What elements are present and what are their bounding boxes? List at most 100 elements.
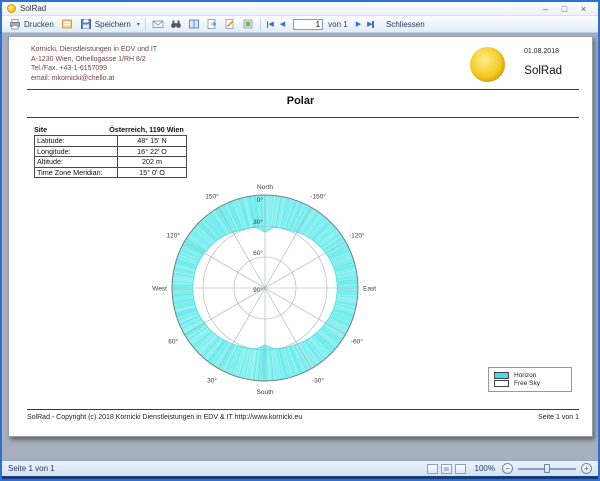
horizon-swatch bbox=[494, 372, 509, 379]
maximize-button[interactable]: □ bbox=[555, 3, 574, 15]
svg-text:150°: 150° bbox=[205, 193, 219, 201]
zoom-slider[interactable] bbox=[518, 463, 576, 474]
printer-icon bbox=[9, 18, 21, 30]
minimize-button[interactable]: – bbox=[536, 3, 555, 15]
row-value: 48° 15' N bbox=[118, 136, 187, 147]
svg-text:-30°: -30° bbox=[312, 376, 324, 384]
table-row: Longitude: 16° 22' O bbox=[35, 146, 187, 157]
row-label: Latitude: bbox=[35, 136, 118, 147]
legend-label: Horizon bbox=[514, 372, 536, 379]
footer-copyright: SolRad - Copyright (c) 2018 Kornicki Die… bbox=[27, 414, 302, 421]
free-sky-swatch bbox=[494, 380, 509, 387]
preview-area: Kornicki, Dienstleistungen in EDV und IT… bbox=[2, 33, 598, 460]
edit-page-button[interactable] bbox=[222, 17, 238, 31]
save-menu-arrow-icon[interactable]: ▾ bbox=[136, 21, 141, 28]
window-title: SolRad bbox=[20, 4, 46, 13]
page-count-label: von 1 bbox=[328, 20, 348, 29]
row-label: Altitude: bbox=[35, 157, 118, 168]
report-page: Kornicki, Dienstleistungen in EDV und IT… bbox=[8, 36, 593, 437]
columns-button[interactable] bbox=[186, 17, 202, 31]
print-setup-icon bbox=[61, 18, 73, 30]
view-mode-facing-button[interactable] bbox=[441, 464, 452, 474]
header-line-4: email: mkornicki@chello.at bbox=[31, 74, 157, 84]
solrad-sun-logo bbox=[470, 47, 505, 82]
window-controls: – □ × bbox=[536, 3, 593, 15]
legend-label: Free Sky bbox=[514, 380, 540, 387]
row-label: Time Zone Meridian: bbox=[35, 167, 118, 178]
row-label: Longitude: bbox=[35, 146, 118, 157]
thumbnail-view-button[interactable] bbox=[240, 17, 256, 31]
footer-page-number: Seite 1 von 1 bbox=[538, 414, 579, 421]
toolbar-separator bbox=[145, 18, 146, 30]
window-bottom-edge bbox=[2, 476, 598, 479]
statusbar: Seite 1 von 1 100% − + bbox=[2, 460, 598, 476]
legend-item-free-sky: Free Sky bbox=[494, 380, 566, 387]
polar-chart: 0°30°60°90°North-150°-120°East-60°-30°So… bbox=[139, 172, 399, 412]
header-line-3: Tel./Fax. +43-1-6157099 bbox=[31, 64, 157, 74]
print-setup-button[interactable] bbox=[59, 17, 75, 31]
svg-text:-60°: -60° bbox=[351, 338, 363, 346]
binoculars-icon bbox=[170, 18, 182, 30]
save-floppy-icon bbox=[80, 18, 92, 30]
report-date: 01.08.2018 bbox=[524, 48, 559, 55]
site-table-header: Site Österreich, 1190 Wien bbox=[34, 124, 187, 135]
app-sun-icon bbox=[7, 4, 16, 13]
print-button[interactable]: Drucken bbox=[6, 17, 57, 31]
svg-text:30°: 30° bbox=[207, 376, 217, 384]
footer-divider bbox=[27, 409, 579, 410]
columns-icon bbox=[188, 18, 200, 30]
toolbar: Drucken Speichern ▾ bbox=[2, 15, 598, 33]
first-page-arrow-icon: ◀ bbox=[268, 20, 273, 28]
view-mode-fit-button[interactable] bbox=[455, 464, 466, 474]
svg-text:60°: 60° bbox=[168, 338, 178, 346]
svg-text:-150°: -150° bbox=[310, 193, 326, 201]
solrad-window: SolRad – □ × Drucken bbox=[0, 0, 600, 481]
row-value: 202 m bbox=[118, 157, 187, 168]
page-number-input[interactable] bbox=[293, 19, 323, 30]
svg-text:-120°: -120° bbox=[349, 232, 365, 240]
title-divider bbox=[27, 117, 579, 118]
zoom-slider-thumb[interactable] bbox=[544, 464, 550, 473]
site-table: Site Österreich, 1190 Wien Latitude: 48°… bbox=[34, 124, 187, 178]
site-header-value: Österreich, 1190 Wien bbox=[106, 125, 187, 134]
titlebar: SolRad – □ × bbox=[2, 2, 598, 15]
zoom-out-button[interactable]: − bbox=[502, 463, 513, 474]
solrad-logo-text: SolRad bbox=[524, 65, 562, 77]
last-page-button[interactable]: ▶ bbox=[365, 20, 376, 28]
edit-pencil-icon bbox=[224, 18, 236, 30]
svg-text:North: North bbox=[257, 184, 273, 191]
next-page-arrow-icon: ▶ bbox=[356, 20, 361, 28]
print-label: Drucken bbox=[24, 20, 54, 29]
email-button[interactable] bbox=[150, 17, 166, 31]
close-button[interactable]: × bbox=[574, 3, 593, 15]
save-button[interactable]: Speichern bbox=[77, 17, 134, 31]
previous-page-arrow-icon: ◀ bbox=[280, 20, 285, 28]
table-row: Latitude: 48° 15' N bbox=[35, 136, 187, 147]
svg-text:East: East bbox=[363, 286, 376, 293]
row-value: 16° 22' O bbox=[118, 146, 187, 157]
page-export-icon bbox=[206, 18, 218, 30]
next-page-button[interactable]: ▶ bbox=[354, 20, 363, 28]
svg-text:South: South bbox=[257, 389, 274, 396]
legend-item-horizon: Horizon bbox=[494, 372, 566, 379]
zoom-level-label: 100% bbox=[475, 464, 495, 473]
find-button[interactable] bbox=[168, 17, 184, 31]
close-preview-button[interactable]: Schliessen bbox=[386, 20, 425, 29]
header-line-1: Kornicki, Dienstleistungen in EDV und IT bbox=[31, 45, 157, 55]
table-row: Altitude: 202 m bbox=[35, 157, 187, 168]
export-page-button[interactable] bbox=[204, 17, 220, 31]
envelope-icon bbox=[152, 18, 164, 30]
report-header-block: Kornicki, Dienstleistungen in EDV und IT… bbox=[31, 45, 157, 83]
last-page-bar-icon bbox=[372, 21, 374, 28]
header-divider bbox=[27, 89, 579, 90]
first-page-button[interactable]: ◀ bbox=[265, 20, 276, 28]
previous-page-button[interactable]: ◀ bbox=[278, 20, 287, 28]
statusbar-page-label: Seite 1 von 1 bbox=[8, 464, 55, 473]
svg-text:30°: 30° bbox=[253, 218, 263, 226]
svg-text:0°: 0° bbox=[257, 196, 264, 204]
page-title: Polar bbox=[9, 95, 592, 107]
svg-text:120°: 120° bbox=[166, 232, 180, 240]
view-mode-single-button[interactable] bbox=[427, 464, 438, 474]
svg-text:West: West bbox=[152, 286, 167, 293]
zoom-in-button[interactable]: + bbox=[581, 463, 592, 474]
